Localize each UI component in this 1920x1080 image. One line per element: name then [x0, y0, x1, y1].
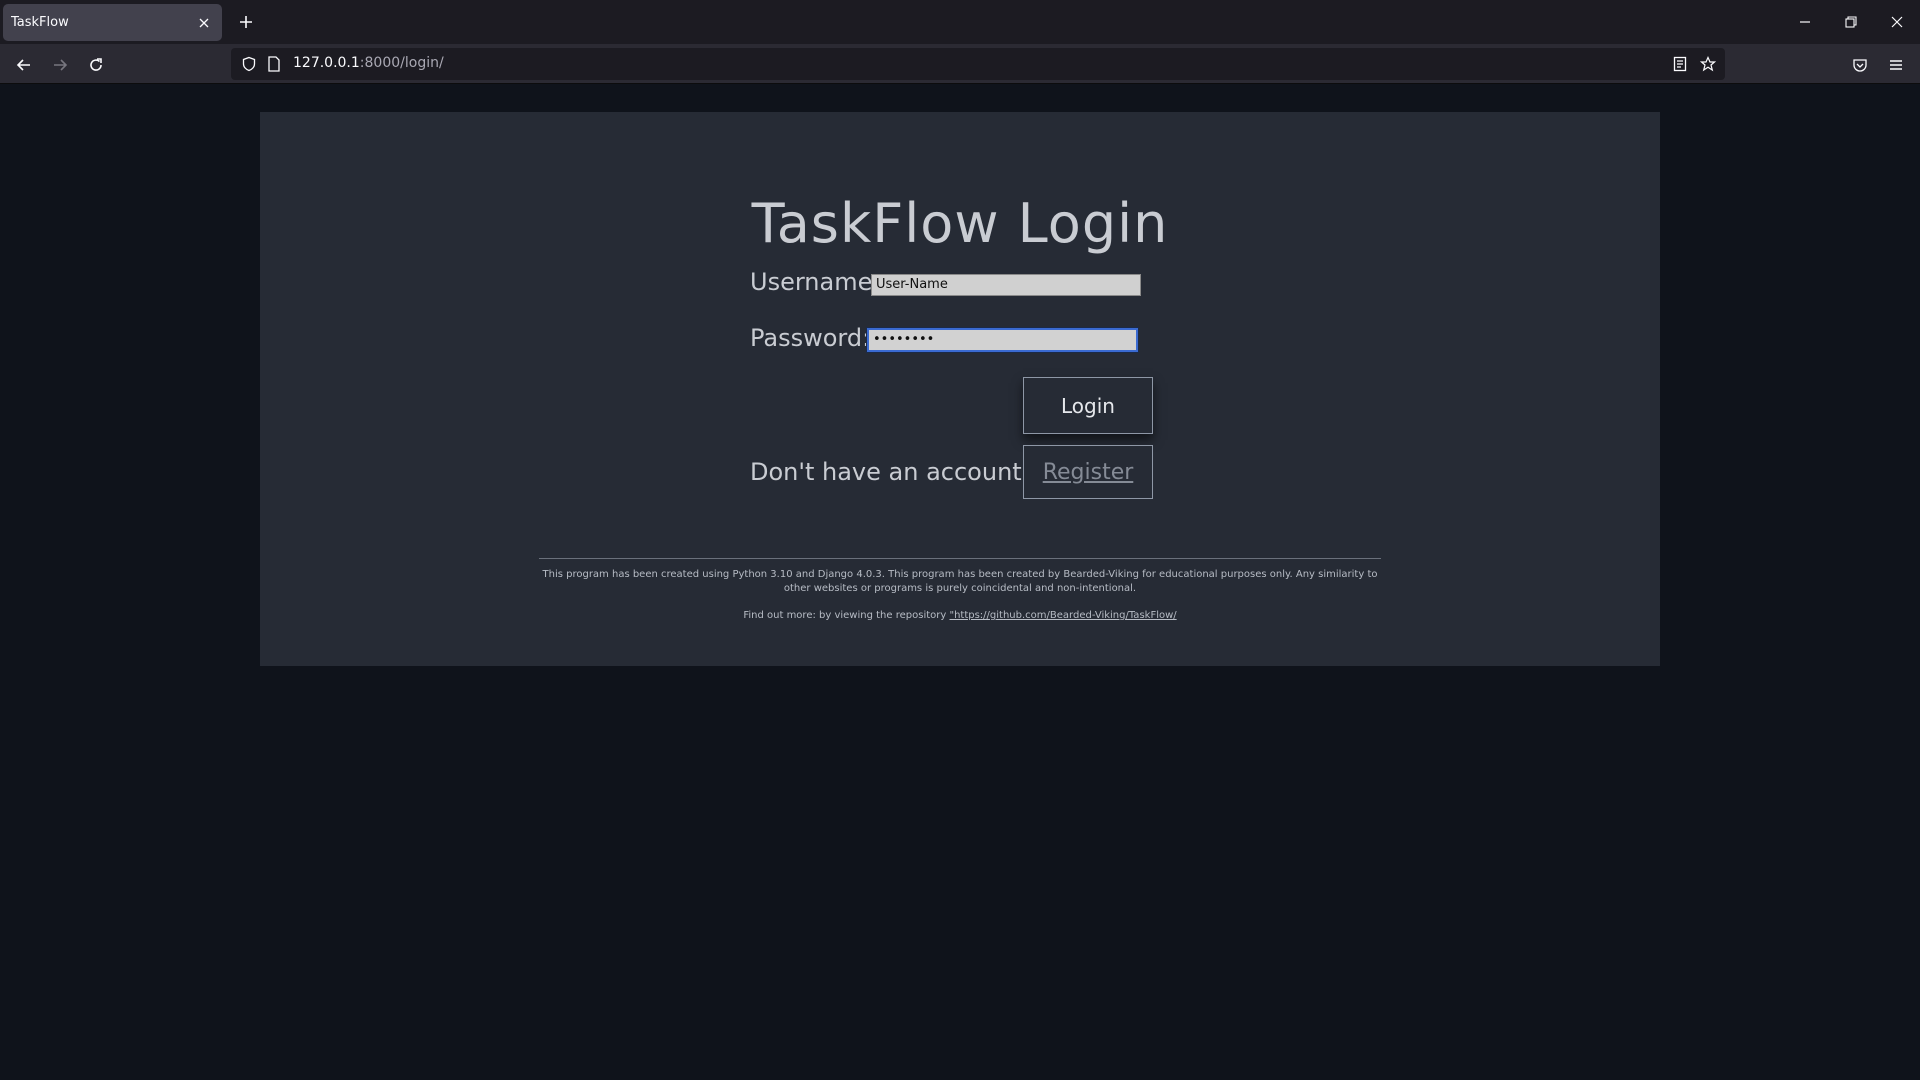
url-path: :8000/login/: [359, 55, 444, 71]
hamburger-menu-icon[interactable]: [1883, 52, 1909, 78]
pocket-icon[interactable]: [1847, 52, 1873, 78]
url-text[interactable]: 127.0.0.1:8000/login/: [293, 55, 444, 71]
username-label: Username:: [750, 268, 881, 296]
repo-link[interactable]: "https://github.com/Bearded-Viking/TaskF…: [949, 610, 1176, 621]
page-body: TaskFlow Login Username: User-Name Passw…: [0, 84, 1920, 1080]
reader-view-icon[interactable]: [1670, 54, 1690, 74]
login-card: TaskFlow Login Username: User-Name Passw…: [260, 112, 1660, 666]
footer-repo: Find out more: by viewing the repository…: [539, 609, 1381, 623]
back-arrow-icon[interactable]: [11, 52, 37, 78]
minimize-icon[interactable]: [1791, 8, 1819, 36]
password-label: Password:: [750, 324, 871, 352]
tab-title: TaskFlow: [11, 15, 69, 30]
browser-tab-strip: TaskFlow: [0, 0, 1920, 44]
bookmark-star-icon[interactable]: [1698, 54, 1718, 74]
address-bar[interactable]: 127.0.0.1:8000/login/: [231, 48, 1725, 80]
shield-icon[interactable]: [239, 54, 259, 74]
repo-prefix: Find out more: by viewing the repository: [743, 610, 950, 621]
username-field[interactable]: User-Name: [871, 274, 1141, 296]
close-window-icon[interactable]: [1883, 8, 1911, 36]
page-icon[interactable]: [264, 54, 284, 74]
new-tab-icon[interactable]: [234, 10, 258, 34]
tab-close-icon[interactable]: [194, 13, 214, 33]
forward-arrow-icon[interactable]: [47, 52, 73, 78]
browser-tab[interactable]: TaskFlow: [3, 4, 222, 41]
restore-icon[interactable]: [1837, 8, 1865, 36]
browser-toolbar: 127.0.0.1:8000/login/: [0, 44, 1920, 84]
footer-disclaimer: This program has been created using Pyth…: [542, 569, 1378, 594]
reload-icon[interactable]: [83, 52, 109, 78]
url-host: 127.0.0.1: [293, 55, 360, 71]
no-account-text: Don't have an account?: [750, 458, 1035, 486]
page-title: TaskFlow Login: [751, 192, 1169, 255]
login-button[interactable]: Login: [1023, 377, 1153, 434]
footer-divider: [539, 558, 1381, 559]
register-button[interactable]: Register: [1023, 445, 1153, 499]
password-field[interactable]: ••••••••: [867, 328, 1138, 352]
